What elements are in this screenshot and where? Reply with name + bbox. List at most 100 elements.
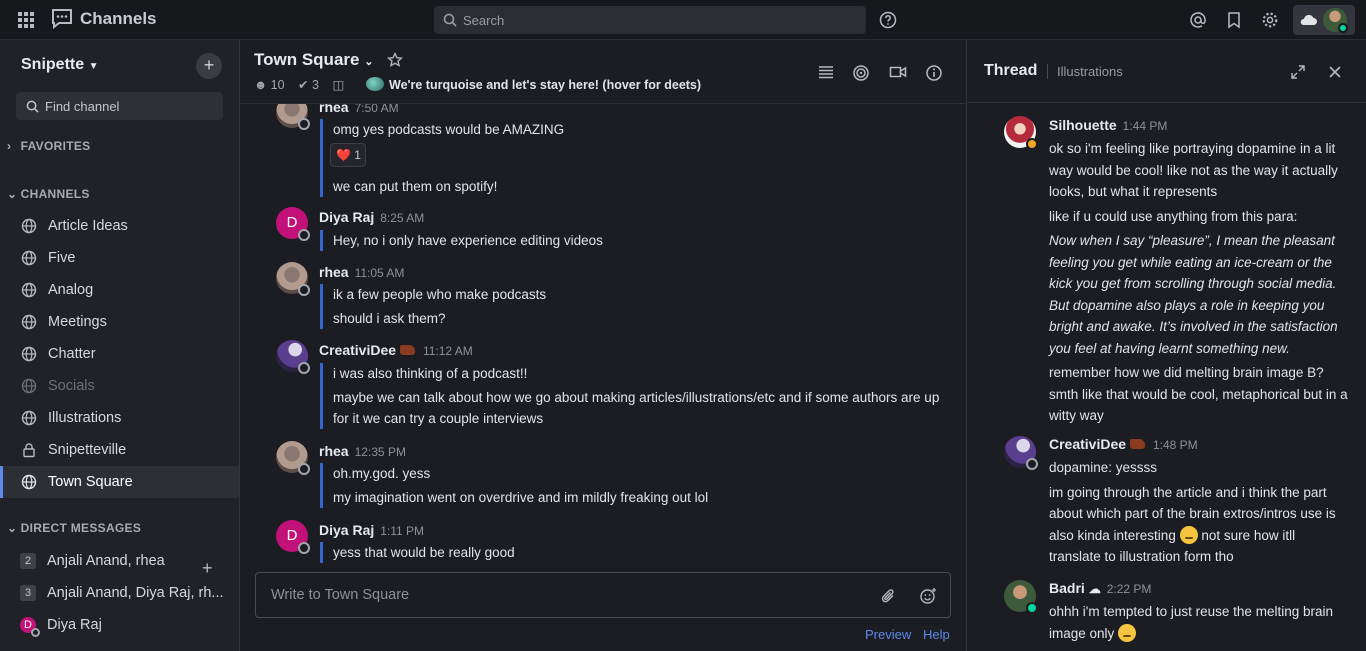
sidebar-item-town-square[interactable]: Town Square [0,466,239,498]
video-icon[interactable] [889,64,907,80]
heart-emoji-icon: ❤️ [336,148,351,162]
search-input[interactable]: Search [434,6,866,34]
search-placeholder: Search [463,13,505,28]
team-name-button[interactable]: Snipette ▼ [21,56,98,74]
product-menu-icon[interactable] [18,12,34,28]
post-header: rhea 12:35 PM [319,443,406,459]
channel-name: Town Square [254,50,360,69]
direct-messages-label: DIRECT MESSAGES [20,521,142,535]
thread-header: Thread Illustrations [967,40,1366,103]
sidebar-item-illustrations[interactable]: Illustrations [0,402,239,434]
post-username[interactable]: Diya Raj [319,522,374,538]
sidebar-item-snipetteville[interactable]: Snipetteville [0,434,239,466]
members-button[interactable]: ☻ 10 [254,78,285,92]
star-icon[interactable] [387,52,403,68]
close-icon[interactable] [1328,65,1342,79]
sidebar-item-label: Chatter [48,346,96,362]
post-username[interactable]: CreativiDee [319,342,396,358]
direct-messages-section-header[interactable]: ⌄ DIRECT MESSAGES [7,521,141,535]
favorites-label: FAVORITES [20,139,91,153]
post-time[interactable]: 11:05 AM [355,266,405,280]
sidebar-item-five[interactable]: Five [0,242,239,274]
away-status-icon [1026,458,1038,470]
thread-panel: Thread Illustrations Silhouette 1:44 PM o… [966,40,1366,651]
post-text: oh.my.god. yess [333,466,431,481]
member-icon: ☻ [254,78,268,92]
sidebar-item-chatter[interactable]: Chatter [0,338,239,370]
post-time[interactable]: 12:35 PM [355,445,406,459]
sidebar-item-dm-group-2[interactable]: 3 Anjali Anand, Diya Raj, rh... [0,577,239,609]
sidebar-item-label: Anjali Anand, rhea [47,553,165,569]
post-time[interactable]: 1:48 PM [1153,438,1198,452]
sidebar-item-socials[interactable]: Socials [0,370,239,402]
away-status-icon [298,284,310,296]
add-button[interactable]: + [196,53,222,79]
sidebar-item-label: Anjali Anand, Diya Raj, rh... [47,585,224,601]
favorites-section-header[interactable]: › FAVORITES [7,139,90,153]
channel-purpose[interactable]: We're turquoise and let's stay here! (ho… [366,77,701,92]
target-icon[interactable] [852,64,870,82]
post-header: Diya Raj 1:11 PM [319,522,424,538]
post-body: yess that would be really good [320,542,940,563]
post-text: ik a few people who make podcasts [333,287,547,302]
sidebar-item-dm-diya-raj[interactable]: D Diya Raj [0,609,239,641]
team-name: Snipette [21,56,85,73]
find-channel-button[interactable]: Find channel [16,92,223,120]
list-icon[interactable] [817,64,835,80]
mention-icon[interactable] [1189,11,1207,29]
search-icon [443,13,457,27]
expand-icon[interactable] [1290,64,1306,80]
post-text: yess that would be really good [333,545,515,560]
channel-purpose-text: We're turquoise and let's stay here! (ho… [389,78,702,92]
member-count: 10 [270,78,285,92]
member-count-badge: 2 [20,553,36,569]
gear-icon[interactable] [1261,11,1279,29]
sidebar-item-dm-group-1[interactable]: 2 Anjali Anand, rhea [0,545,239,577]
help-icon[interactable] [879,11,897,29]
post-username[interactable]: rhea [319,264,349,280]
sidebar-item-analog[interactable]: Analog [0,274,239,306]
chevron-down-icon: ▼ [88,61,99,72]
post-username[interactable]: Diya Raj [319,209,374,225]
post-time[interactable]: 8:25 AM [380,211,424,225]
sidebar-item-label: Article Ideas [48,218,128,234]
post-quote: Now when I say “pleasure”, I mean the pl… [1049,233,1338,356]
files-icon[interactable]: ◫ [332,78,344,92]
globe-icon [21,282,37,298]
saved-messages-icon[interactable] [1226,11,1242,29]
globe-icon [21,474,37,490]
channel-header: Town Square ⌄ ☻ 10 ✔ 3 ◫ We're turquoise… [240,40,966,104]
post-username[interactable]: CreativiDee [1049,436,1126,452]
message-input[interactable]: Write to Town Square [255,572,951,618]
paperclip-icon[interactable] [880,588,896,604]
globe-icon [21,346,37,362]
message-input-placeholder: Write to Town Square [271,587,410,603]
post-time[interactable]: 1:11 PM [380,524,424,538]
lock-icon [23,443,35,458]
channels-section-header[interactable]: ⌄ CHANNELS [7,187,90,201]
chevron-right-icon: › [7,139,12,153]
turquoise-ball-emoji-icon [366,77,384,91]
post-username[interactable]: Silhouette [1049,117,1117,133]
help-link[interactable]: Help [923,627,950,642]
post-username[interactable]: Badri [1049,580,1085,596]
emoji-picker-icon[interactable] [919,587,937,605]
post-body: i was also thinking of a podcast!! maybe … [320,363,940,429]
reaction-heart[interactable]: ❤️ 1 [330,143,366,167]
post-time[interactable]: 2:22 PM [1107,582,1152,596]
chevron-down-icon: ⌄ [364,56,374,68]
post-time[interactable]: 11:12 AM [423,344,473,358]
globe-icon [21,218,37,234]
sidebar-item-meetings[interactable]: Meetings [0,306,239,338]
post-header: CreativiDee 1:48 PM [1049,436,1198,452]
post-time[interactable]: 1:44 PM [1123,119,1168,133]
chevron-down-icon: ⌄ [7,521,18,535]
preview-link[interactable]: Preview [865,627,911,642]
thread-channel-link[interactable]: Illustrations [1047,64,1123,79]
sidebar-item-article-ideas[interactable]: Article Ideas [0,210,239,242]
pinned-button[interactable]: ✔ 3 [298,78,319,92]
channel-name-button[interactable]: Town Square ⌄ [254,50,373,70]
post-username[interactable]: rhea [319,443,349,459]
info-icon[interactable] [925,64,943,82]
post-text: smth like that would be cool, metaphoric… [1049,386,1348,424]
